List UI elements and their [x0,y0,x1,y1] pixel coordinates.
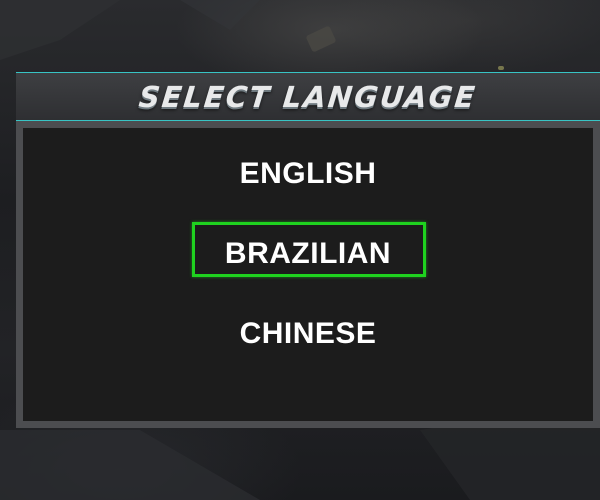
language-dialog: SELECT LANGUAGE ENGLISH BRAZILIAN CHINES… [16,72,600,428]
dialog-header: SELECT LANGUAGE [16,73,600,121]
language-option-list: ENGLISH BRAZILIAN CHINESE [23,128,593,421]
language-option-chinese[interactable]: CHINESE [23,314,593,354]
distant-light [498,66,504,70]
language-option-brazilian[interactable]: BRAZILIAN [23,234,593,274]
language-option-english[interactable]: ENGLISH [23,154,593,194]
dialog-title: SELECT LANGUAGE [137,79,479,114]
